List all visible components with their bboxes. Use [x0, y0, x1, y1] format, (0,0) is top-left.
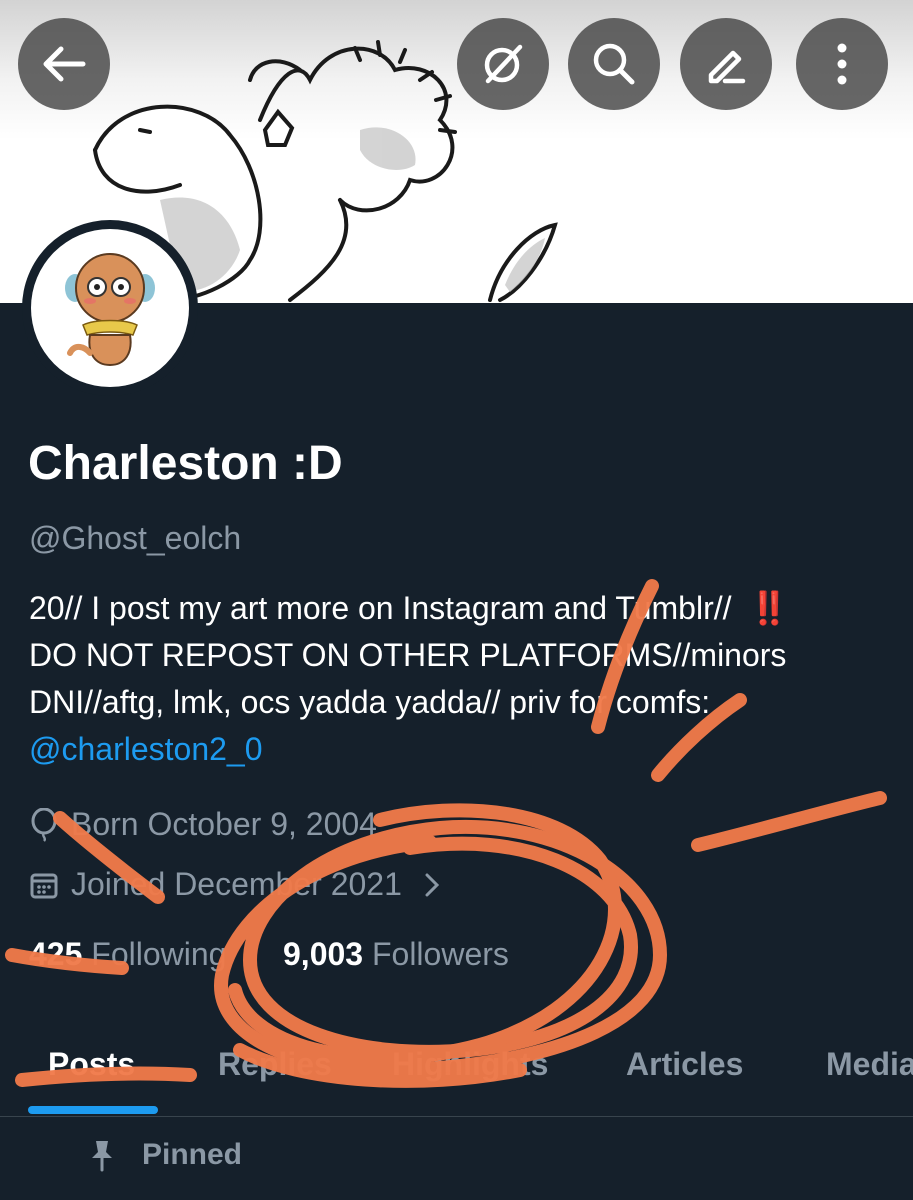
bio-line-3: DNI//aftg, lmk, ocs yadda yadda// priv f… [29, 684, 711, 720]
double-exclamation-emoji: ‼️ [749, 590, 790, 626]
profile-avatar[interactable] [22, 220, 198, 396]
edit-icon [708, 50, 746, 84]
tab-posts[interactable]: Posts [48, 1046, 135, 1083]
bio-line-2: DO NOT REPOST ON OTHER PLATFORMS//minors [29, 637, 787, 673]
birthday-text: Born October 9, 2004 [71, 806, 377, 842]
more-options-button[interactable] [796, 18, 888, 110]
pinned-label: Pinned [142, 1138, 243, 1171]
following-count: 425 [29, 936, 83, 972]
pinned-indicator: Pinned [88, 1138, 242, 1172]
tab-replies[interactable]: Replies [218, 1046, 332, 1083]
tab-media[interactable]: Media [826, 1046, 913, 1083]
joined-row[interactable]: Joined December 2021 [29, 866, 442, 903]
scribble-stroke [228, 803, 622, 1065]
bio-line-1: 20// I post my art more on Instagram and… [29, 585, 889, 632]
grok-button[interactable] [457, 18, 549, 110]
chevron-right-icon [425, 873, 439, 896]
avatar-image [31, 229, 189, 387]
arrow-left-icon [43, 46, 86, 82]
followers-count: 9,003 [283, 936, 364, 972]
profile-name: Charleston :D [28, 437, 343, 490]
bio-mention-link[interactable]: @charleston2_0 [29, 726, 889, 773]
grok-icon [484, 44, 523, 84]
followers-label: Followers [371, 936, 509, 972]
tab-highlights[interactable]: Highlights [392, 1046, 548, 1083]
pin-icon [92, 1141, 112, 1172]
tab-articles[interactable]: Articles [626, 1046, 743, 1083]
joined-text: Joined December 2021 [71, 866, 402, 902]
profile-bio: 20// I post my art more on Instagram and… [29, 585, 889, 773]
search-button[interactable] [568, 18, 660, 110]
active-tab-indicator [28, 1106, 158, 1114]
back-button[interactable] [18, 18, 110, 110]
search-icon [593, 43, 635, 85]
following-label: Following [91, 936, 227, 972]
edit-profile-button[interactable] [680, 18, 772, 110]
balloon-icon [31, 807, 57, 842]
calendar-icon [30, 873, 58, 898]
more-vertical-icon [837, 43, 847, 85]
followers-stat[interactable]: 9,003 Followers [283, 936, 509, 973]
bio-text: 20// I post my art more on Instagram and… [29, 590, 732, 626]
birthday-row: Born October 9, 2004 [29, 806, 377, 843]
profile-handle: @Ghost_eolch [29, 520, 242, 556]
profile-tabs: Posts Replies Highlights Articles Media [0, 1030, 913, 1117]
avatar-illustration [65, 253, 155, 367]
scribble-stroke [691, 791, 887, 852]
following-stat[interactable]: 425 Following [29, 936, 226, 973]
